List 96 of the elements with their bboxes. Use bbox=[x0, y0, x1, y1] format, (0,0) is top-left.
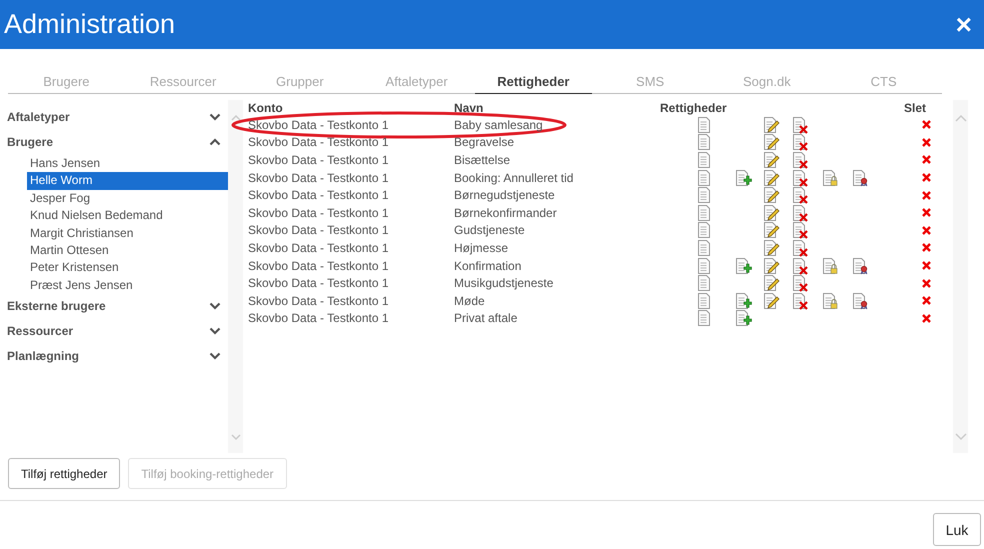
document-lock-icon[interactable] bbox=[822, 292, 839, 310]
document-pencil-icon[interactable] bbox=[763, 275, 780, 292]
sidebar-group[interactable]: Aftaletyper bbox=[0, 105, 228, 130]
sidebar-item[interactable]: Peter Kristensen bbox=[27, 259, 228, 277]
document-cross-icon[interactable] bbox=[792, 240, 809, 257]
document-seal-icon[interactable] bbox=[852, 292, 869, 310]
table-cell-text: Begravelse bbox=[454, 135, 516, 150]
table-cell-text: Skovbo Data - Testkonto 1 bbox=[248, 152, 390, 167]
table-cell-text: Børnekonfirmander bbox=[454, 206, 558, 220]
table-cell-text: Privat aftale bbox=[454, 311, 518, 326]
table-cell-text: Skovbo Data - Testkonto 1 bbox=[248, 118, 390, 132]
delete-icon[interactable] bbox=[922, 138, 931, 147]
table-cell-text: Skovbo Data - Testkonto 1 bbox=[248, 170, 390, 185]
chevron-up-icon bbox=[209, 137, 221, 147]
document-cross-icon[interactable] bbox=[792, 152, 809, 169]
table-cell-text: Skovbo Data - Testkonto 1 bbox=[248, 294, 390, 308]
document-cross-icon[interactable] bbox=[792, 292, 809, 310]
add-button[interactable]: Tilføj rettigheder bbox=[8, 458, 120, 489]
table-cell-text: Baby samlesang bbox=[454, 118, 544, 132]
tab[interactable]: Rettigheder bbox=[475, 71, 592, 94]
table-cell-text: Højmesse bbox=[454, 240, 510, 255]
document-pencil-icon[interactable] bbox=[763, 204, 780, 222]
sidebar-group[interactable]: Brugere bbox=[0, 130, 228, 155]
chevron-down-icon bbox=[209, 351, 221, 362]
chevron-down-icon bbox=[209, 326, 221, 336]
document-cross-icon[interactable] bbox=[792, 187, 809, 204]
column-header: Slet bbox=[904, 101, 928, 115]
document-seal-icon[interactable] bbox=[852, 170, 869, 187]
table-cell-text: Skovbo Data - Testkonto 1 bbox=[248, 135, 390, 150]
document-plus-icon[interactable] bbox=[735, 170, 752, 187]
delete-icon[interactable] bbox=[922, 261, 931, 270]
delete-icon[interactable] bbox=[922, 120, 931, 130]
chevron-down-icon bbox=[209, 301, 221, 312]
table-cell-text: Musikgudstjeneste bbox=[454, 276, 554, 290]
delete-icon[interactable] bbox=[922, 278, 931, 288]
delete-icon[interactable] bbox=[922, 155, 931, 164]
delete-icon[interactable] bbox=[922, 243, 931, 252]
sidebar-group[interactable]: Planlægning bbox=[0, 344, 228, 370]
delete-icon[interactable] bbox=[922, 296, 931, 306]
table-cell-text: Gudstjeneste bbox=[454, 223, 526, 238]
window-title: Administration bbox=[4, 9, 176, 40]
document-pencil-icon[interactable] bbox=[763, 187, 780, 204]
sidebar-group[interactable]: Eksterne brugere bbox=[0, 294, 228, 320]
document-lock-icon[interactable] bbox=[822, 258, 839, 275]
table-cell-text: Børnegudstjeneste bbox=[454, 188, 556, 202]
column-header: Navn bbox=[454, 101, 484, 115]
sidebar-item[interactable]: Martin Ottesen bbox=[27, 242, 228, 260]
document-seal-icon[interactable] bbox=[852, 258, 869, 275]
delete-icon[interactable] bbox=[922, 226, 931, 235]
document-cross-icon[interactable] bbox=[792, 170, 809, 187]
table-cell-text: Skovbo Data - Testkonto 1 bbox=[248, 206, 390, 220]
document-cross-icon[interactable] bbox=[792, 258, 809, 275]
document-pencil-icon[interactable] bbox=[763, 170, 780, 187]
document-pencil-icon[interactable] bbox=[763, 240, 780, 257]
delete-icon[interactable] bbox=[922, 173, 931, 182]
column-header: Rettigheder bbox=[660, 101, 728, 115]
sidebar-item[interactable]: Præst Jens Jensen bbox=[27, 276, 228, 294]
sidebar-group[interactable]: Ressourcer bbox=[0, 319, 228, 344]
delete-icon[interactable] bbox=[922, 190, 931, 200]
document-cross-icon[interactable] bbox=[792, 134, 809, 152]
sidebar-item[interactable]: Hans Jensen bbox=[27, 155, 228, 172]
sidebar-item[interactable]: Jesper Fog bbox=[27, 190, 228, 208]
document-pencil-icon[interactable] bbox=[763, 222, 780, 240]
table-cell-text: Skovbo Data - Testkonto 1 bbox=[248, 311, 390, 326]
document-pencil-icon[interactable] bbox=[763, 116, 780, 134]
document-plus-icon[interactable] bbox=[735, 292, 752, 310]
table-cell-text: Skovbo Data - Testkonto 1 bbox=[248, 240, 390, 255]
document-pencil-icon[interactable] bbox=[763, 152, 780, 169]
chevron-down-icon bbox=[209, 112, 221, 122]
scroll-up-icon[interactable] bbox=[230, 114, 240, 122]
table-cell-text: Skovbo Data - Testkonto 1 bbox=[248, 258, 390, 273]
document-cross-icon[interactable] bbox=[792, 222, 809, 240]
document-plus-icon[interactable] bbox=[735, 310, 752, 328]
document-cross-icon[interactable] bbox=[792, 116, 809, 134]
document-cross-icon[interactable] bbox=[792, 275, 809, 292]
document-cross-icon[interactable] bbox=[792, 204, 809, 222]
sidebar-item[interactable]: Margit Christiansen bbox=[27, 224, 228, 242]
document-pencil-icon[interactable] bbox=[763, 292, 780, 310]
table-cell-text: Konfirmation bbox=[454, 258, 522, 273]
document-plus-icon[interactable] bbox=[735, 258, 752, 275]
document-pencil-icon[interactable] bbox=[763, 134, 780, 152]
delete-icon[interactable] bbox=[922, 208, 931, 218]
sidebar-item[interactable]: Knud Nielsen Bedemand bbox=[27, 207, 228, 225]
document-pencil-icon[interactable] bbox=[763, 258, 780, 275]
column-header: Konto bbox=[248, 101, 284, 115]
table-cell-text: Møde bbox=[454, 294, 486, 308]
delete-icon[interactable] bbox=[922, 314, 931, 323]
close-dialog-button[interactable]: Luk bbox=[933, 513, 981, 546]
table-cell-text: Skovbo Data - Testkonto 1 bbox=[248, 276, 390, 290]
sidebar-item[interactable]: Helle Worm bbox=[27, 172, 228, 190]
table-cell-text: Skovbo Data - Testkonto 1 bbox=[248, 188, 390, 202]
document-lock-icon[interactable] bbox=[822, 170, 839, 187]
table-cell-text: Skovbo Data - Testkonto 1 bbox=[248, 223, 390, 238]
table-cell-text: Booking: Annulleret tid bbox=[454, 170, 574, 185]
table-cell-text: Bisættelse bbox=[454, 152, 512, 167]
close-button[interactable]: × bbox=[956, 10, 972, 38]
